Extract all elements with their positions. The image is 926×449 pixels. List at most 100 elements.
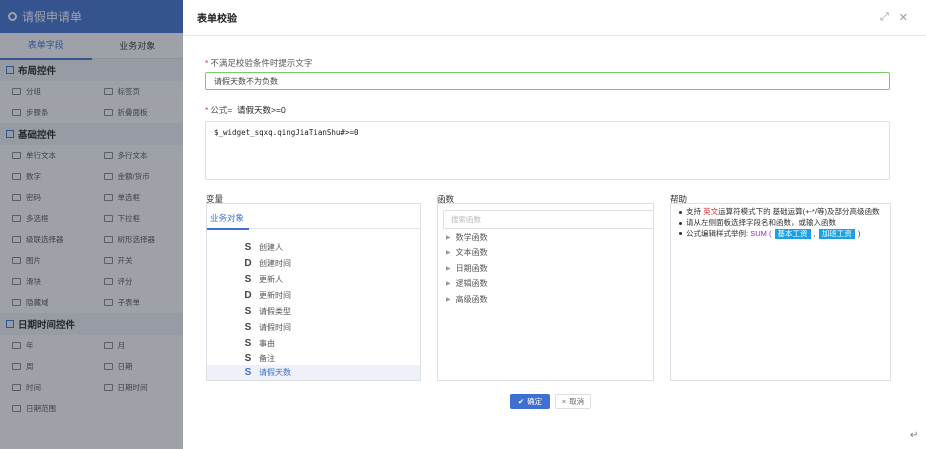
tab-business-object-vars[interactable]: 业务对象 <box>210 212 244 224</box>
widget-item[interactable]: 日期时间 <box>92 377 184 398</box>
widget-item[interactable]: 子表单 <box>92 292 184 313</box>
string-type-icon: S <box>244 242 252 253</box>
variables-tab-bar: 业务对象 <box>207 207 420 230</box>
widget-icon <box>12 384 21 391</box>
variable-item[interactable]: S 更新人 <box>242 272 420 287</box>
tip-text-input[interactable]: 请假天数不为负数 <box>205 72 890 90</box>
function-category-label: 文本函数 <box>455 248 488 257</box>
maximize-icon[interactable]: ⤢ <box>880 11 889 24</box>
variable-item[interactable]: S 事由 <box>242 336 420 351</box>
group-layout-title: 布局控件 <box>0 59 183 81</box>
tip-label-text: 不满足校验条件时提示文字 <box>210 58 313 68</box>
widget-icon <box>12 405 21 412</box>
variable-label: 创建人 <box>259 243 283 252</box>
widget-icon <box>12 152 21 159</box>
widget-item[interactable]: 步骤条 <box>0 102 92 123</box>
widget-item[interactable]: 标签页 <box>92 81 184 102</box>
caret-right-icon: ▶ <box>446 281 451 287</box>
group-basic-title: 基础控件 <box>0 123 183 145</box>
function-category-label: 逻辑函数 <box>455 279 488 288</box>
group-icon <box>6 130 14 138</box>
tab-form-fields[interactable]: 表单字段 <box>0 32 92 60</box>
widget-label: 日期范围 <box>26 404 56 413</box>
function-category[interactable]: ▶ 文本函数 <box>446 245 488 260</box>
tab-business-object[interactable]: 业务对象 <box>92 33 184 59</box>
widget-item[interactable]: 图片 <box>0 250 92 271</box>
widget-label: 子表单 <box>117 298 141 307</box>
variable-item[interactable]: D 更新时间 <box>242 288 420 303</box>
caret-right-icon: ▶ <box>446 266 451 272</box>
widget-item[interactable]: 开关 <box>92 250 184 271</box>
group-label: 布局控件 <box>18 66 57 77</box>
help-panel: 支持 英文运算符模式下的 基础运算(+-*/等)及部分高级函数 请从左侧面板选择… <box>670 203 891 381</box>
widget-item[interactable]: 周 <box>0 356 92 377</box>
variable-label: 事由 <box>259 339 275 348</box>
widget-item[interactable]: 单行文本 <box>0 145 92 166</box>
variable-label: 创建时间 <box>259 259 291 268</box>
widget-item[interactable]: 级联选择器 <box>0 229 92 250</box>
date-type-icon: D <box>244 290 252 301</box>
widget-item[interactable]: 年 <box>0 335 92 356</box>
string-type-icon: S <box>244 274 252 285</box>
widget-item[interactable]: 单选框 <box>92 187 184 208</box>
widget-item[interactable]: 树形选择器 <box>92 229 184 250</box>
caret-right-icon: ▶ <box>446 297 451 303</box>
widget-item[interactable]: 日期范围 <box>0 398 92 419</box>
widget-icon <box>103 384 113 391</box>
widget-item[interactable]: 日期 <box>92 356 184 377</box>
widget-label: 周 <box>26 362 34 371</box>
widget-item[interactable]: 折叠面板 <box>92 102 184 123</box>
function-category[interactable]: ▶ 逻辑函数 <box>446 276 488 291</box>
function-category[interactable]: ▶ 高级函数 <box>446 292 488 307</box>
widget-item[interactable]: 密码 <box>0 187 92 208</box>
widget-item[interactable]: 下拉框 <box>92 208 184 229</box>
app-title: 请假申请单 <box>22 10 83 24</box>
function-category[interactable]: ▶ 日期函数 <box>446 261 488 276</box>
dialog-title: 表单校验 <box>197 14 237 25</box>
variable-item[interactable]: D 创建时间 <box>242 256 420 271</box>
widget-item[interactable]: 隐藏域 <box>0 292 92 313</box>
function-category[interactable]: ▶ 数学函数 <box>446 230 488 245</box>
help-text: 公式编辑样式举例: <box>686 229 749 238</box>
string-type-icon: S <box>244 367 252 378</box>
string-type-icon: S <box>244 306 252 317</box>
cancel-button[interactable]: × 取消 <box>555 394 591 409</box>
left-tabs: 表单字段 业务对象 <box>0 32 184 60</box>
group-label: 日期时间控件 <box>18 320 76 331</box>
variable-item[interactable]: S 创建人 <box>242 240 420 255</box>
left-designer-panel: 请假申请单 表单字段 业务对象 布局控件 分组 标签页 步骤条 折叠面板 基础控… <box>0 0 183 449</box>
widget-label: 步骤条 <box>26 108 49 117</box>
widget-label: 滑块 <box>26 277 41 286</box>
widget-icon <box>12 88 21 95</box>
variable-label: 备注 <box>259 354 275 363</box>
cancel-label: 取消 <box>569 397 585 406</box>
active-tab-underline <box>207 228 249 230</box>
help-line: 支持 英文运算符模式下的 基础运算(+-*/等)及部分高级函数 <box>677 207 884 218</box>
widget-item[interactable]: 评分 <box>92 271 184 292</box>
function-search-input[interactable]: 搜索函数 <box>443 210 653 229</box>
variable-item-selected[interactable]: S 请假天数 <box>207 365 420 380</box>
form-validation-dialog: 表单校验 ⤢ ✕ * 不满足校验条件时提示文字 请假天数不为负数 * 公式= 请假天… <box>183 0 926 449</box>
variable-label: 更新人 <box>259 275 283 284</box>
tip-label: * 不满足校验条件时提示文字 <box>205 57 312 69</box>
widget-label: 隐藏域 <box>26 298 49 307</box>
variable-item[interactable]: S 请假类型 <box>242 304 420 319</box>
close-icon[interactable]: ✕ <box>899 11 908 24</box>
widget-item[interactable]: 时间 <box>0 377 92 398</box>
variable-item[interactable]: S 备注 <box>242 351 420 366</box>
variable-item[interactable]: S 请假时间 <box>242 320 420 335</box>
widget-item[interactable]: 多行文本 <box>92 145 184 166</box>
widget-item[interactable]: 月 <box>92 335 184 356</box>
formula-readable: 请假天数>=0 <box>237 105 286 115</box>
formula-editor[interactable]: $_widget_sqxq.qingJiaTianShu#>=0 <box>205 121 890 180</box>
widget-item[interactable]: 多选框 <box>0 208 92 229</box>
widget-item[interactable]: 数字 <box>0 166 92 187</box>
confirm-label: 确定 <box>527 397 543 406</box>
string-type-icon: S <box>244 353 252 364</box>
widget-item[interactable]: 金额/货币 <box>92 166 184 187</box>
widget-item[interactable]: 滑块 <box>0 271 92 292</box>
widget-item[interactable]: 分组 <box>0 81 92 102</box>
widget-icon <box>103 194 113 201</box>
confirm-button[interactable]: ✔ 确定 <box>510 394 550 409</box>
help-text: 运算符模式下的 基础运算(+-*/等)及部分高级函数 <box>718 207 880 216</box>
